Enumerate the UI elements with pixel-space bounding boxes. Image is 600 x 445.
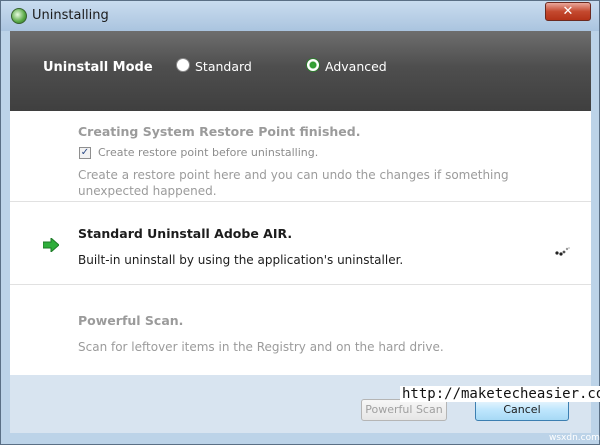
- watermark-url: http://maketecheasier.com: [400, 386, 600, 402]
- step-description: Built-in uninstall by using the applicat…: [78, 253, 404, 267]
- standard-radio-label[interactable]: Standard: [195, 59, 252, 74]
- title-bar: Uninstalling ✕: [1, 1, 599, 31]
- step-title: Creating System Restore Point finished.: [78, 124, 361, 139]
- advanced-radio-label[interactable]: Advanced: [325, 59, 387, 74]
- standard-uninstall-step: Standard Uninstall Adobe AIR. Built-in u…: [10, 202, 591, 285]
- powerful-scan-step: Powerful Scan. Scan for leftover items i…: [10, 285, 591, 375]
- app-logo-icon: [11, 8, 27, 24]
- step-title: Powerful Scan.: [78, 313, 184, 328]
- uninstall-mode-label: Uninstall Mode: [43, 60, 153, 75]
- powerful-scan-button[interactable]: Powerful Scan: [361, 399, 447, 421]
- restore-point-checkbox-label[interactable]: Create restore point before uninstalling…: [98, 146, 318, 159]
- uninstall-window: Uninstalling ✕ Uninstall Mode Standard A…: [0, 0, 600, 445]
- close-button[interactable]: ✕: [545, 2, 591, 21]
- cancel-button[interactable]: Cancel: [475, 399, 569, 421]
- restore-point-step: Creating System Restore Point finished. …: [10, 111, 591, 202]
- step-title: Standard Uninstall Adobe AIR.: [78, 226, 293, 241]
- arrow-right-icon: [43, 238, 59, 252]
- step-description: Scan for leftover items in the Registry …: [78, 340, 444, 354]
- standard-radio[interactable]: [176, 58, 190, 72]
- steps-panel: Creating System Restore Point finished. …: [10, 111, 591, 375]
- advanced-radio[interactable]: [306, 58, 320, 72]
- window-title: Uninstalling: [32, 8, 109, 23]
- uninstall-mode-bar: Uninstall Mode Standard Advanced: [10, 31, 591, 111]
- step-description: Create a restore point here and you can …: [78, 168, 509, 198]
- restore-point-checkbox[interactable]: ✓: [79, 147, 91, 159]
- button-bar: Powerful Scan Cancel: [10, 375, 591, 433]
- loading-spinner-icon: [555, 247, 570, 256]
- watermark-site: wsxdn.com: [549, 433, 600, 443]
